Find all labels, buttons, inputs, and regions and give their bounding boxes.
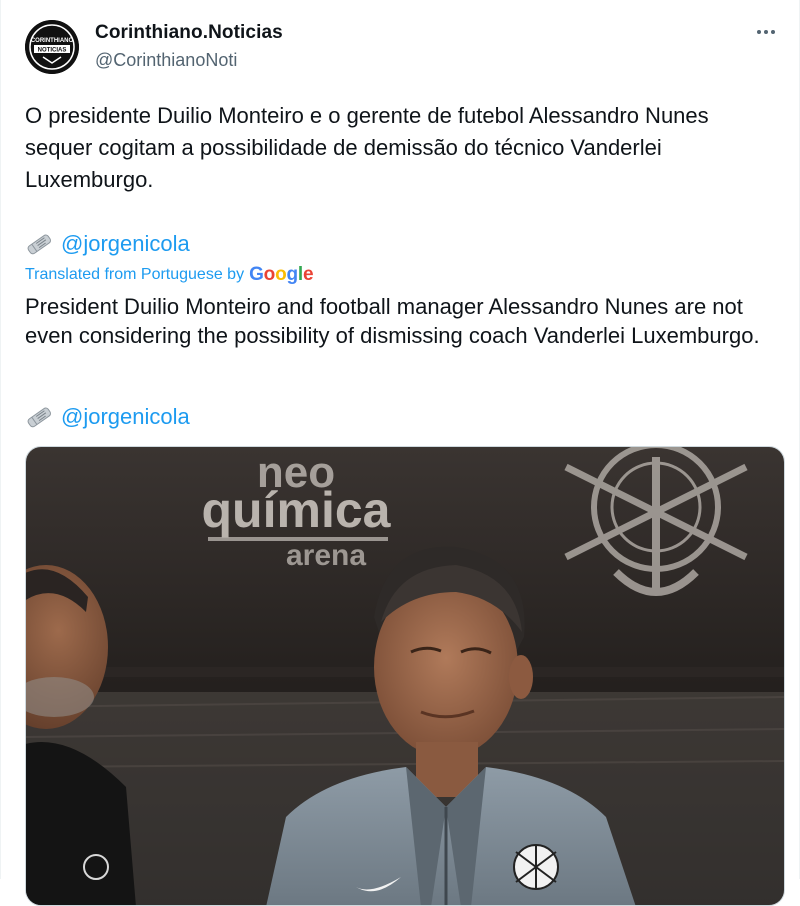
- tweet-card: CORINTHIANO NOTICIAS Corinthiano.Noticia…: [0, 0, 800, 906]
- photo-wall-text-arena: arena: [286, 539, 366, 572]
- more-options-button[interactable]: [751, 20, 781, 44]
- avatar-text-bottom: NOTICIAS: [38, 48, 67, 54]
- google-logo: Google: [249, 264, 314, 285]
- mention-link-jorgenicola[interactable]: @jorgenicola: [61, 229, 190, 259]
- avatar-text-top: CORINTHIANO: [31, 38, 74, 44]
- photo-coach-stadium: neo química arena: [26, 447, 784, 905]
- source-line: @jorgenicola: [25, 229, 190, 259]
- translation-label: Translated from Portuguese by: [25, 266, 245, 283]
- rolled-newspaper-icon: [27, 407, 52, 428]
- photo-wall-text-quimica: química: [202, 482, 392, 538]
- mention-link-jorgenicola-translated[interactable]: @jorgenicola: [61, 402, 190, 432]
- ellipsis-icon: [757, 30, 761, 34]
- tweet-photo[interactable]: neo química arena: [25, 446, 785, 906]
- avatar-logo: CORINTHIANO NOTICIAS: [25, 20, 79, 74]
- avatar[interactable]: CORINTHIANO NOTICIAS: [25, 20, 79, 74]
- author-handle[interactable]: @CorinthianoNoti: [95, 50, 237, 71]
- jacket-crest-icon: [513, 844, 559, 890]
- author-display-name[interactable]: Corinthiano.Noticias: [95, 22, 283, 44]
- translated-source-line: @jorgenicola: [25, 402, 190, 432]
- translated-text: President Duilio Monteiro and football m…: [25, 294, 760, 348]
- translation-attribution[interactable]: Translated from Portuguese by Google: [25, 264, 314, 286]
- rolled-newspaper-icon: [27, 234, 52, 255]
- tweet-text: O presidente Duilio Monteiro e o gerente…: [25, 103, 709, 192]
